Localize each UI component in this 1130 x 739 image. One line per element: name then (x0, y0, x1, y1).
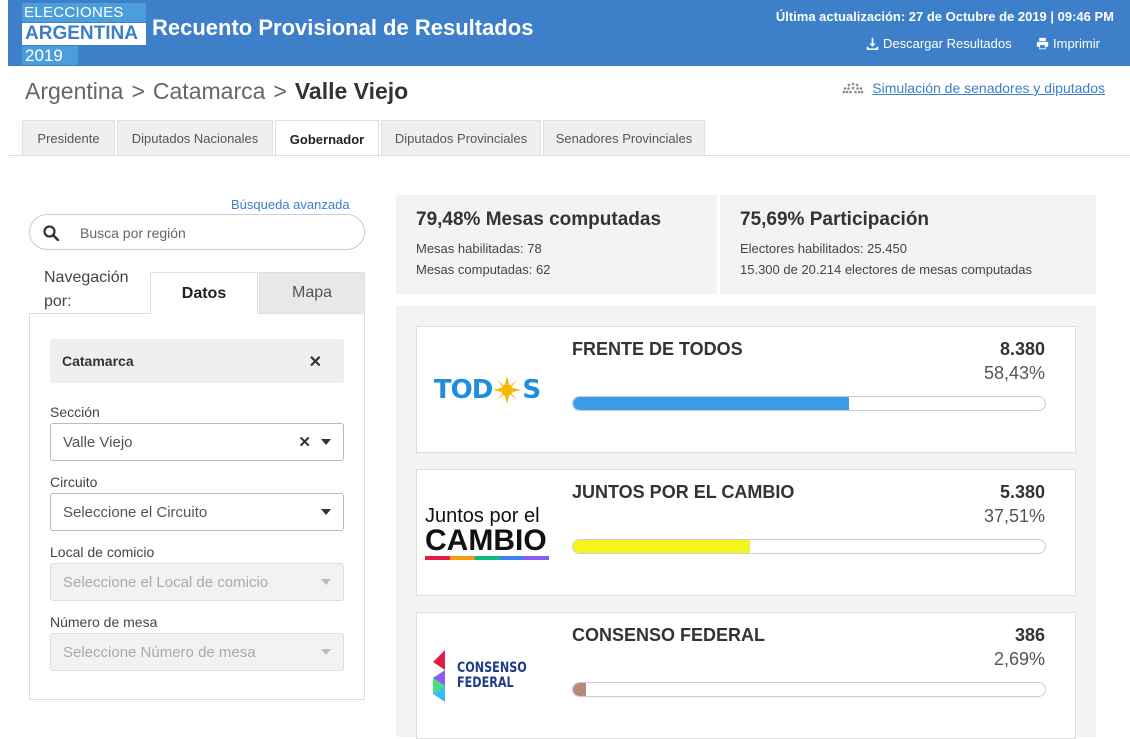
search-icon (43, 225, 59, 241)
logo-line1: ELECCIONES (22, 3, 146, 22)
seccion-label: Sección (50, 404, 100, 420)
party-name: JUNTOS POR EL CAMBIO (572, 482, 795, 502)
download-icon (866, 37, 879, 50)
mesas-computadas: Mesas computadas: 62 (416, 262, 551, 277)
search-input[interactable] (80, 221, 350, 245)
consenso-logo-text: CONSENSO (457, 659, 528, 676)
breadcrumb-argentina[interactable]: Argentina (25, 78, 123, 105)
chevron-down-icon (321, 509, 331, 515)
participacion-stat-card: 75,69% Participación Electores habilitad… (720, 195, 1096, 294)
breadcrumb-separator: > (131, 78, 145, 104)
participacion-title: 75,69% Participación (740, 209, 930, 230)
sun-icon (493, 375, 522, 404)
elecciones-logo: ELECCIONES ARGENTINA 2019 (22, 3, 146, 65)
top-header: ELECCIONES ARGENTINA 2019 Recuento Provi… (8, 0, 1130, 66)
result-card: TOD S FRENTE DE TODOS 8.380 58,43% (416, 326, 1076, 453)
result-bar-fill (573, 540, 751, 553)
party-name: CONSENSO FEDERAL (572, 625, 766, 645)
logo-line3: 2019 (22, 46, 78, 65)
printer-icon (1036, 37, 1049, 50)
seccion-value: Valle Viejo (63, 433, 133, 451)
tab-presidente[interactable]: Presidente (22, 120, 115, 156)
result-bar-fill (573, 683, 586, 696)
electores-computados: 15.300 de 20.214 electores de mesas comp… (740, 262, 1032, 277)
circuito-label: Circuito (50, 474, 98, 490)
consenso-mark-icon (433, 649, 446, 702)
mesa-label: Número de mesa (50, 614, 158, 630)
party-percentage: 58,43% (983, 363, 1045, 383)
todos-logo-text: S (522, 374, 541, 405)
chip-label: Catamarca (62, 353, 134, 369)
breadcrumb-current: Valle Viejo (294, 78, 409, 104)
result-bar (572, 682, 1046, 697)
subtab-datos[interactable]: Datos (150, 272, 258, 314)
selected-region-chip: Catamarca ✕ (50, 339, 344, 383)
party-votes: 5.380 (999, 482, 1045, 502)
party-votes: 8.380 (999, 339, 1045, 359)
seccion-select[interactable]: Valle Viejo ✕ (50, 423, 344, 461)
download-results-button[interactable]: Descargar Resultados (866, 36, 1012, 51)
juntos-logo-text: CAMBIO (425, 524, 547, 557)
mesa-select: Seleccione Número de mesa (50, 633, 344, 671)
simulation-link[interactable]: Simulación de senadores y diputados (842, 80, 1105, 96)
election-tabs: Presidente Diputados Nacionales Gobernad… (22, 120, 705, 157)
chevron-down-icon (321, 649, 331, 655)
tab-senadores-provinciales[interactable]: Senadores Provinciales (543, 120, 705, 156)
clear-icon[interactable]: ✕ (298, 433, 311, 451)
print-button[interactable]: Imprimir (1036, 36, 1100, 51)
party-name: FRENTE DE TODOS (572, 339, 743, 359)
electores-habilitados: Electores habilitados: 25.450 (740, 241, 907, 256)
circuito-select[interactable]: Seleccione el Circuito (50, 493, 344, 531)
mesa-placeholder: Seleccione Número de mesa (63, 643, 256, 661)
last-update: Última actualización: 27 de Octubre de 2… (775, 9, 1114, 24)
juntos-logo: Juntos por el CAMBIO (417, 470, 557, 595)
simulation-link-label: Simulación de senadores y diputados (872, 80, 1105, 96)
result-bar (572, 539, 1046, 554)
todos-logo: TOD S (417, 327, 557, 452)
party-percentage: 2,69% (993, 649, 1045, 669)
logo-line2: ARGENTINA (22, 23, 146, 45)
navigation-label: Navegación por: (44, 269, 129, 310)
local-select: Seleccione el Local de comicio (50, 563, 344, 601)
breadcrumb-catamarca[interactable]: Catamarca (153, 78, 265, 105)
consenso-logo: CONSENSO FEDERAL (417, 613, 557, 738)
result-card: CONSENSO FEDERAL CONSENSO FEDERAL 386 2,… (416, 612, 1076, 739)
tab-diputados-provinciales[interactable]: Diputados Provinciales (381, 120, 541, 156)
result-bar-fill (573, 397, 849, 410)
tab-gobernador[interactable]: Gobernador (275, 120, 379, 157)
tab-diputados-nacionales[interactable]: Diputados Nacionales (117, 120, 273, 156)
mesas-habilitadas: Mesas habilitadas: 78 (416, 241, 542, 256)
print-label: Imprimir (1053, 36, 1100, 51)
download-label: Descargar Resultados (883, 36, 1012, 51)
close-icon[interactable]: ✕ (309, 352, 322, 372)
local-label: Local de comicio (50, 544, 155, 560)
breadcrumb: Argentina > Catamarca > Valle Viejo (25, 78, 408, 105)
tabs-divider (8, 155, 1130, 156)
mesas-stat-card: 79,48% Mesas computadas Mesas habilitada… (396, 195, 717, 294)
app-title: Recuento Provisional de Resultados (152, 15, 534, 40)
local-placeholder: Seleccione el Local de comicio (63, 573, 269, 591)
circuito-placeholder: Seleccione el Circuito (63, 503, 208, 521)
result-card: Juntos por el CAMBIO JUNTOS POR EL CAMBI… (416, 469, 1076, 596)
subtab-mapa[interactable]: Mapa (259, 272, 365, 314)
party-votes: 386 (1014, 625, 1045, 645)
advanced-search-link[interactable]: Búsqueda avanzada (231, 197, 350, 212)
region-search[interactable] (29, 214, 365, 250)
mesas-title: 79,48% Mesas computadas (416, 209, 662, 230)
parliament-icon (842, 82, 864, 94)
chevron-down-icon (321, 579, 331, 585)
party-percentage: 37,51% (983, 506, 1045, 526)
breadcrumb-separator: > (273, 78, 287, 104)
todos-logo-text: TOD (433, 374, 493, 405)
result-bar (572, 396, 1046, 411)
consenso-logo-text: FEDERAL (457, 674, 515, 691)
chevron-down-icon (321, 439, 331, 445)
